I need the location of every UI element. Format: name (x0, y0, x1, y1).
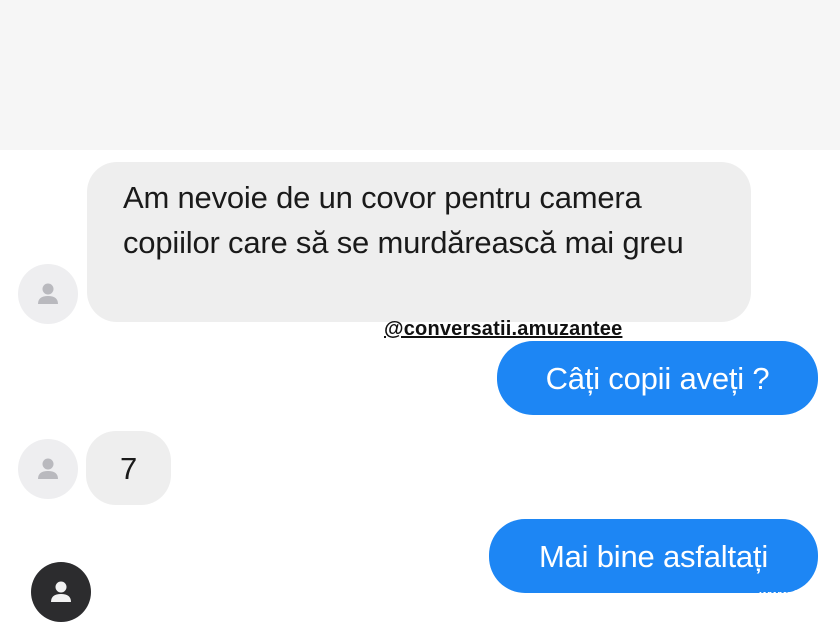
incoming-message-bubble[interactable]: Am nevoie de un covor pentru camera copi… (87, 162, 751, 322)
profile-avatar[interactable] (31, 562, 91, 622)
incoming-message-bubble[interactable]: 7 (86, 431, 171, 505)
contact-avatar[interactable] (18, 264, 78, 324)
watermark-handle: @conversatii.amuzantee (384, 318, 623, 340)
message-text: Mai bine asfaltați (538, 538, 769, 574)
message-text: 7 (119, 450, 138, 486)
message-text: Am nevoie de un covor pentru camera copi… (123, 180, 684, 260)
outgoing-message-bubble[interactable]: Câți copii aveți ? (497, 341, 818, 415)
message-text: Câți copii aveți ? (545, 360, 770, 396)
site-watermark: www.2lol.ro (759, 587, 832, 602)
outgoing-message-bubble[interactable]: Mai bine asfaltați (489, 519, 818, 593)
header-area (0, 0, 840, 150)
user-avatar-icon (38, 458, 58, 479)
contact-avatar[interactable] (18, 439, 78, 499)
user-avatar-icon (38, 283, 58, 304)
user-avatar-icon (51, 581, 71, 602)
